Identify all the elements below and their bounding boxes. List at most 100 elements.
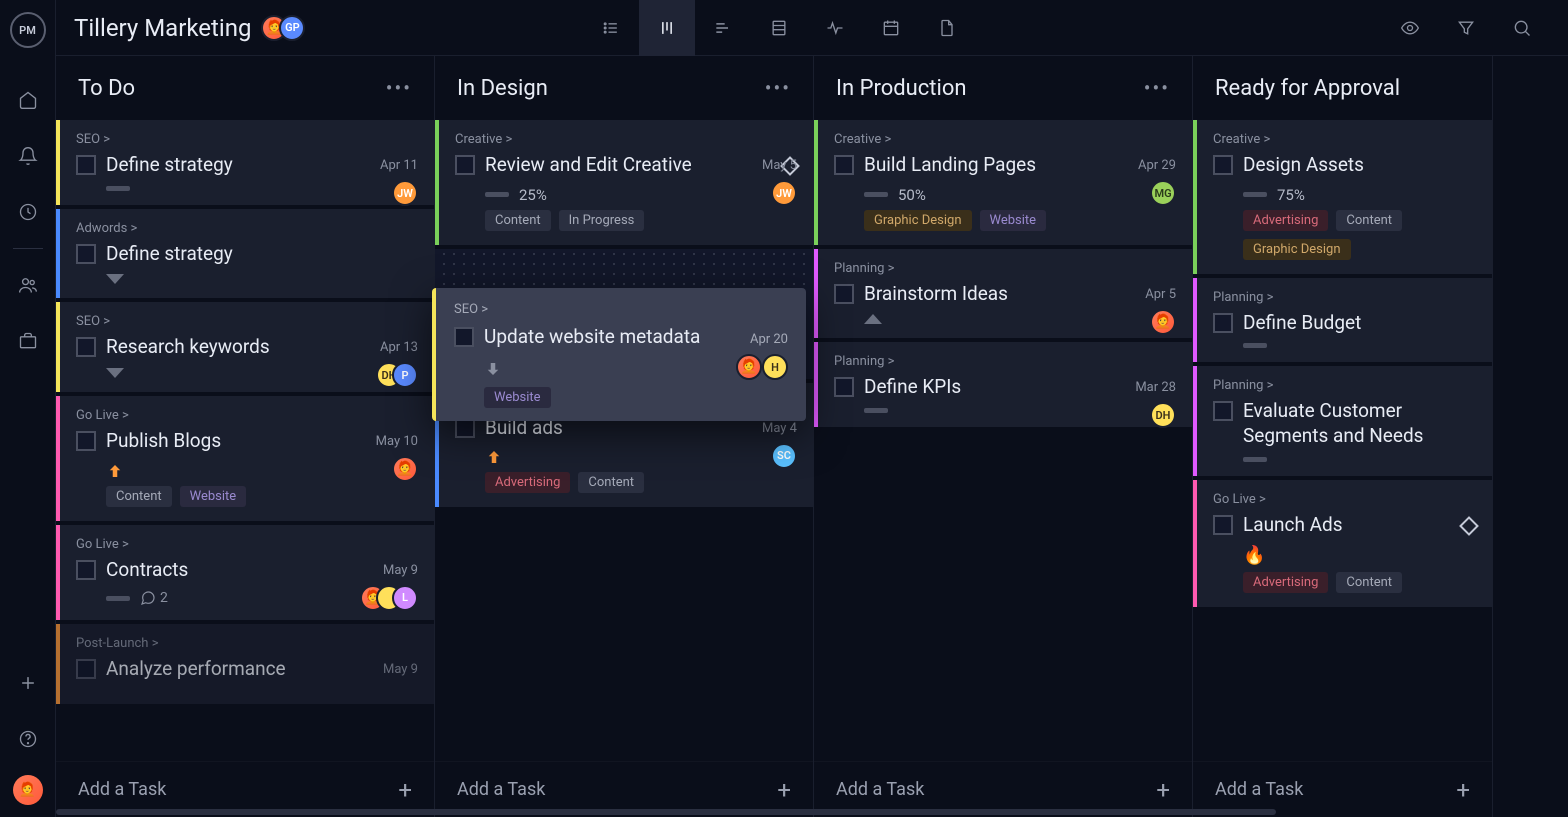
task-card[interactable]: Creative >Design Assets75%AdvertisingCon…: [1193, 120, 1492, 274]
nav-time-icon[interactable]: [0, 184, 56, 240]
tag[interactable]: Content: [1336, 210, 1402, 231]
dragging-card[interactable]: SEO > Update website metadata Apr 20 🧑‍🦰…: [432, 288, 806, 421]
card-category[interactable]: Planning >: [834, 354, 1176, 369]
nav-team-icon[interactable]: [0, 257, 56, 313]
card-checkbox[interactable]: [1213, 401, 1233, 421]
view-sheet-icon[interactable]: [751, 0, 807, 56]
nav-home-icon[interactable]: [0, 72, 56, 128]
card-title[interactable]: Define strategy: [106, 153, 418, 178]
column-menu-icon[interactable]: •••: [1144, 76, 1170, 100]
card-title[interactable]: Contracts: [106, 558, 418, 583]
avatar[interactable]: 🧑‍🦰: [736, 354, 762, 380]
card-checkbox[interactable]: [76, 659, 96, 679]
nav-user-avatar[interactable]: 🧑‍🦰: [13, 775, 43, 805]
card-avatars[interactable]: 🧑‍🦰H: [736, 354, 788, 380]
tag[interactable]: Content: [1336, 572, 1402, 593]
card-title[interactable]: Brainstorm Ideas: [864, 282, 1176, 307]
card-avatars[interactable]: SC: [781, 443, 797, 469]
avatar[interactable]: JW: [771, 180, 797, 206]
card-title[interactable]: Build Landing Pages: [864, 153, 1176, 178]
card-checkbox[interactable]: [76, 244, 96, 264]
card-checkbox[interactable]: [454, 327, 474, 347]
avatar[interactable]: MG: [1150, 180, 1176, 206]
tag[interactable]: Website: [980, 210, 1047, 231]
task-card[interactable]: Post-Launch >Analyze performanceMay 9: [56, 624, 434, 704]
avatar[interactable]: L: [392, 585, 418, 611]
view-gantt-icon[interactable]: [695, 0, 751, 56]
visibility-icon[interactable]: [1382, 0, 1438, 56]
card-title[interactable]: Evaluate Customer Segments and Needs: [1243, 399, 1476, 448]
task-card[interactable]: Creative >Review and Edit CreativeMay 5J…: [435, 120, 813, 245]
card-category[interactable]: Post-Launch >: [76, 636, 418, 651]
card-category[interactable]: Go Live >: [76, 537, 418, 552]
task-card[interactable]: Go Live >Publish BlogsMay 10🧑‍🦰ContentWe…: [56, 396, 434, 521]
avatar[interactable]: DH: [1150, 402, 1176, 428]
avatar[interactable]: P: [392, 362, 418, 388]
tag[interactable]: Content: [485, 210, 551, 231]
card-title[interactable]: Define strategy: [106, 242, 418, 267]
card-avatars[interactable]: 🧑‍🦰L: [370, 585, 418, 611]
card-category[interactable]: Planning >: [1213, 290, 1476, 305]
task-card[interactable]: SEO >Research keywordsApr 13DHP: [56, 302, 434, 392]
tag[interactable]: Graphic Design: [864, 210, 972, 231]
card-checkbox[interactable]: [834, 155, 854, 175]
view-board-icon[interactable]: [639, 0, 695, 56]
nav-add-icon[interactable]: [0, 655, 56, 711]
card-avatars[interactable]: 🧑‍🦰: [402, 456, 418, 482]
card-title[interactable]: Define KPIs: [864, 375, 1176, 400]
app-logo[interactable]: PM: [10, 12, 46, 48]
card-avatars[interactable]: MG: [1160, 180, 1176, 206]
tag[interactable]: In Progress: [559, 210, 645, 231]
view-files-icon[interactable]: [919, 0, 975, 56]
card-avatars[interactable]: JW: [402, 180, 418, 206]
card-category[interactable]: Adwords >: [76, 221, 418, 236]
horizontal-scrollbar[interactable]: [56, 809, 1568, 815]
card-checkbox[interactable]: [76, 155, 96, 175]
avatar[interactable]: SC: [771, 443, 797, 469]
task-card[interactable]: SEO >Define strategyApr 11JW: [56, 120, 434, 205]
view-list-icon[interactable]: [583, 0, 639, 56]
task-card[interactable]: Adwords > Define strategy: [56, 209, 434, 299]
card-checkbox[interactable]: [455, 418, 475, 438]
card-category[interactable]: Go Live >: [76, 408, 418, 423]
card-avatars[interactable]: JW: [781, 180, 797, 206]
avatar[interactable]: H: [762, 354, 788, 380]
card-category[interactable]: SEO >: [76, 132, 418, 147]
card-checkbox[interactable]: [1213, 515, 1233, 535]
card-checkbox[interactable]: [834, 284, 854, 304]
column-menu-icon[interactable]: •••: [386, 76, 412, 100]
task-card[interactable]: Planning > Define Budget: [1193, 278, 1492, 363]
card-checkbox[interactable]: [834, 377, 854, 397]
tag[interactable]: Website: [484, 387, 551, 408]
card-checkbox[interactable]: [76, 560, 96, 580]
search-icon[interactable]: [1494, 0, 1550, 56]
card-category[interactable]: Creative >: [1213, 132, 1476, 147]
task-card[interactable]: Planning >Evaluate Customer Segments and…: [1193, 366, 1492, 475]
card-category[interactable]: Creative >: [834, 132, 1176, 147]
card-category[interactable]: SEO >: [76, 314, 418, 329]
card-avatars[interactable]: DH: [1160, 402, 1176, 428]
card-category[interactable]: Creative >: [455, 132, 797, 147]
card-title[interactable]: Update website metadata: [484, 325, 788, 350]
card-title[interactable]: Research keywords: [106, 335, 418, 360]
tag[interactable]: Advertising: [1243, 572, 1328, 593]
task-card[interactable]: Go Live >ContractsMay 9🧑‍🦰L 2: [56, 525, 434, 621]
tag[interactable]: Graphic Design: [1243, 239, 1351, 260]
card-title[interactable]: Design Assets: [1243, 153, 1476, 178]
comments-icon[interactable]: 2: [140, 590, 168, 606]
nav-notifications-icon[interactable]: [0, 128, 56, 184]
avatar[interactable]: GP: [279, 15, 305, 41]
card-checkbox[interactable]: [76, 431, 96, 451]
task-card[interactable]: Planning >Define KPIsMar 28DH: [814, 342, 1192, 427]
avatar[interactable]: 🧑‍🦰: [1150, 309, 1176, 335]
task-card[interactable]: Go Live >Launch Ads🔥AdvertisingContent: [1193, 480, 1492, 608]
card-avatars[interactable]: DHP: [386, 362, 418, 388]
task-card[interactable]: Planning >Brainstorm IdeasApr 5🧑‍🦰: [814, 249, 1192, 339]
card-category[interactable]: Go Live >: [1213, 492, 1476, 507]
card-avatars[interactable]: 🧑‍🦰: [1160, 309, 1176, 335]
card-title[interactable]: Define Budget: [1243, 311, 1476, 336]
tag[interactable]: Advertising: [485, 472, 570, 493]
card-title[interactable]: Analyze performance: [106, 657, 418, 682]
card-title[interactable]: Review and Edit Creative: [485, 153, 767, 178]
avatar[interactable]: JW: [392, 180, 418, 206]
